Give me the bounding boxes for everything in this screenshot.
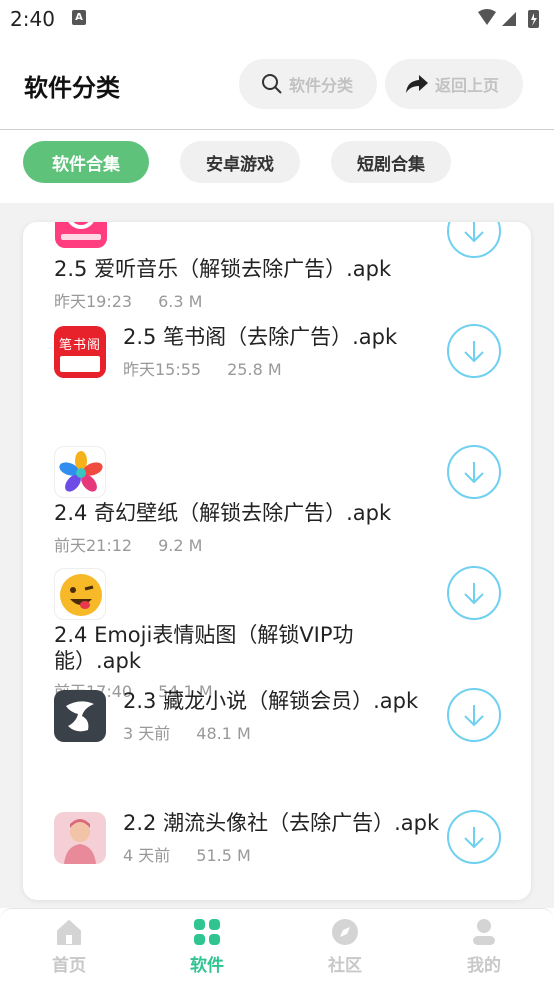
app-name[interactable]: 2.4 奇幻壁纸（解锁去除广告）.apk	[54, 500, 391, 526]
app-date: 前天21:12	[54, 536, 133, 555]
music-app-icon[interactable]	[55, 222, 107, 248]
page-title: 软件分类	[24, 74, 120, 102]
book-app-icon[interactable]: 笔书阁	[54, 326, 106, 378]
category-tabs: 软件合集 安卓游戏 短剧合集	[0, 131, 554, 203]
download-button[interactable]	[447, 566, 501, 620]
home-icon	[54, 917, 84, 947]
wallpaper-app-icon[interactable]	[54, 446, 106, 498]
nav-community-label: 社区	[328, 956, 362, 976]
nav-profile-label: 我的	[467, 956, 501, 976]
tab-short-dramas[interactable]: 短剧合集	[331, 141, 451, 183]
download-arrow-icon	[464, 462, 484, 484]
app-meta: 昨天19:23 6.3 M	[54, 288, 202, 312]
app-meta: 前天21:12 9.2 M	[54, 532, 202, 556]
tab-software[interactable]: 软件合集	[23, 141, 149, 183]
download-arrow-icon	[464, 222, 484, 243]
app-name[interactable]: 2.2 潮流头像社（去除广告）.apk	[123, 810, 439, 836]
search-button[interactable]: 软件分类	[239, 59, 377, 109]
status-icons	[476, 8, 544, 34]
back-button[interactable]: 返回上页	[385, 59, 523, 109]
app-size: 6.3 M	[158, 292, 203, 311]
nav-home-label: 首页	[52, 956, 86, 976]
app-date: 昨天15:55	[123, 360, 202, 379]
search-icon	[262, 74, 282, 94]
tab-android-games[interactable]: 安卓游戏	[180, 141, 300, 183]
app-size: 51.5 M	[196, 846, 251, 865]
app-name[interactable]: 2.4 Emoji表情贴图（解锁VIP功能）.apk	[54, 622, 414, 674]
download-button[interactable]	[447, 222, 501, 258]
notification-icon: A	[72, 10, 86, 25]
app-meta: 昨天15:55 25.8 M	[123, 356, 282, 380]
search-button-label: 软件分类	[289, 76, 354, 95]
download-button[interactable]	[447, 445, 501, 499]
download-arrow-icon	[464, 583, 484, 605]
nav-software[interactable]: 软件	[162, 917, 252, 976]
download-arrow-icon	[464, 827, 484, 849]
download-button[interactable]	[447, 324, 501, 378]
share-forward-icon	[406, 75, 428, 93]
download-button[interactable]	[447, 810, 501, 864]
nav-profile[interactable]: 我的	[439, 917, 529, 976]
app-name[interactable]: 2.5 爱听音乐（解锁去除广告）.apk	[54, 256, 391, 282]
back-button-label: 返回上页	[435, 76, 500, 95]
nav-home[interactable]: 首页	[24, 917, 114, 976]
app-size: 9.2 M	[158, 536, 203, 555]
status-time: 2:40	[10, 7, 55, 31]
download-button[interactable]	[447, 688, 501, 742]
compass-icon	[330, 917, 360, 947]
nav-software-label: 软件	[190, 956, 224, 976]
app-name[interactable]: 2.5 笔书阁（去除广告）.apk	[123, 324, 397, 350]
status-bar: 2:40 A	[0, 0, 554, 38]
novel-app-icon[interactable]	[54, 690, 106, 742]
app-name[interactable]: 2.3 藏龙小说（解锁会员）.apk	[123, 688, 418, 714]
book-icon-text: 笔书阁	[58, 338, 101, 353]
wifi-signal-battery-icon	[478, 9, 539, 28]
nav-community[interactable]: 社区	[300, 917, 390, 976]
download-arrow-icon	[464, 341, 484, 363]
grid-apps-icon	[192, 917, 222, 947]
header: 软件分类 软件分类 返回上页	[0, 38, 554, 130]
app-date: 3 天前	[123, 724, 171, 743]
app-size: 48.1 M	[196, 724, 251, 743]
user-icon	[469, 917, 499, 947]
app-meta: 3 天前 48.1 M	[123, 720, 251, 744]
app-date: 昨天19:23	[54, 292, 133, 311]
avatar-app-icon[interactable]	[54, 812, 106, 864]
app-list-card: 2.5 爱听音乐（解锁去除广告）.apk 昨天19:23 6.3 M 笔书阁 2.…	[23, 222, 531, 900]
bottom-nav: 首页 软件 社区 我的	[0, 908, 554, 986]
emoji-app-icon[interactable]	[54, 568, 106, 620]
app-meta: 4 天前 51.5 M	[123, 842, 251, 866]
app-size: 25.8 M	[227, 360, 282, 379]
app-date: 4 天前	[123, 846, 171, 865]
download-arrow-icon	[464, 705, 484, 727]
